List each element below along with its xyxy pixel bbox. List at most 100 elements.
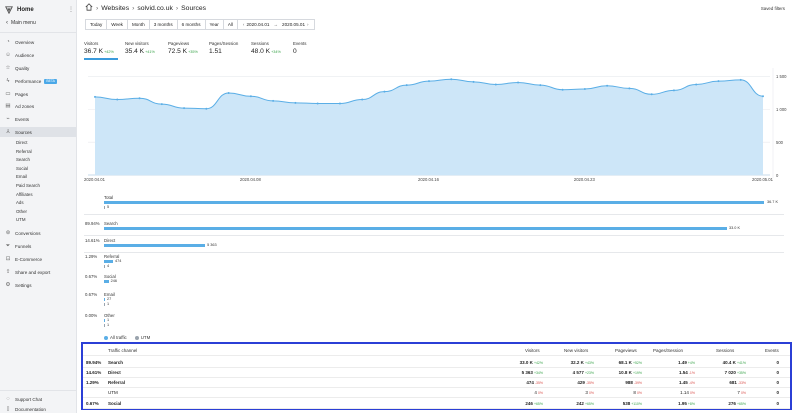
bar-total-utm[interactable] — [104, 206, 105, 209]
col-events[interactable]: Events — [765, 348, 779, 353]
bar-email-utm[interactable] — [104, 303, 105, 306]
row-channel[interactable]: UTM — [108, 390, 118, 395]
legend-dot — [134, 335, 139, 340]
cell-value: 242 — [576, 401, 584, 406]
bar-other-utm[interactable] — [104, 324, 105, 327]
chart-point[interactable] — [717, 80, 720, 83]
sidebar-subitem-affiliates[interactable]: Affiliates — [16, 191, 33, 198]
col-pageviews[interactable]: Pageviews — [615, 348, 637, 353]
cell-value: 7 — [737, 390, 740, 395]
x-tick-label: 2020.04.08 — [239, 177, 261, 182]
chart-point[interactable] — [94, 95, 96, 98]
chart-point[interactable] — [606, 84, 609, 87]
chart-point[interactable] — [561, 88, 564, 91]
col-traffic-channel[interactable]: Traffic channel — [108, 348, 137, 353]
col-new-visitors[interactable]: New visitors — [564, 348, 588, 353]
chart-point[interactable] — [316, 102, 319, 105]
bar-pct: 0.67% — [85, 274, 98, 279]
sidebar-item-conversions[interactable]: ⊚ Conversions — [0, 228, 76, 238]
bar-search[interactable] — [104, 227, 727, 230]
cell-events: 0 — [776, 401, 779, 406]
legend-utm[interactable]: UTM — [134, 335, 150, 340]
chart-point[interactable] — [183, 107, 186, 110]
bar-other[interactable] — [104, 319, 105, 322]
table-row[interactable]: 1.29% Referral 474-35% 429-35% 988-39% 1.45-4… — [83, 378, 790, 388]
chart-point[interactable] — [294, 101, 297, 104]
row-channel[interactable]: Direct — [108, 370, 121, 375]
table-header-row: Traffic channel Visitors New visitors Pa… — [83, 346, 790, 356]
chart-point[interactable] — [517, 81, 520, 84]
bar-direct[interactable] — [104, 244, 206, 247]
table-row[interactable]: UTM 40% 30% 80% 1.140% 70% 0 — [83, 388, 790, 398]
cell-delta: +65% — [736, 402, 746, 406]
bar-pct: 89.94% — [85, 221, 100, 226]
row-channel[interactable]: Search — [108, 360, 123, 365]
bar-referral[interactable] — [104, 260, 113, 263]
table-row[interactable]: 0.67% Social 246+65% 242+65% 538+110% 1.95+8%… — [83, 399, 790, 409]
chart-point[interactable] — [338, 102, 341, 105]
cell-value: 33.0 K — [519, 360, 533, 365]
chart-point[interactable] — [672, 89, 675, 92]
sidebar-item-share-and-export[interactable]: ⇪ Share and export — [0, 267, 76, 277]
cell-new: 429-35% — [577, 380, 594, 385]
col-visitors[interactable]: Visitors — [525, 348, 540, 353]
cell-ps: 1.54-1% — [679, 370, 695, 375]
table-row[interactable]: 89.94% Search 33.0 K+42% 32.2 K+43% 68.1 K+5… — [83, 358, 790, 368]
chart-point[interactable] — [116, 98, 119, 101]
cell-value: 988 — [625, 380, 633, 385]
sidebar-subitem-utm[interactable]: UTM — [16, 216, 26, 223]
cell-sess: 40.4 K+41% — [723, 360, 746, 365]
chart-point[interactable] — [227, 91, 230, 94]
bar-total-label: Total — [104, 195, 114, 200]
row-channel[interactable]: Social — [108, 401, 121, 406]
chart-point[interactable] — [762, 95, 764, 98]
chart-point[interactable] — [138, 97, 141, 100]
col-sessions[interactable]: Sessions — [716, 348, 734, 353]
x-tick-label: 2020.04.01 — [84, 177, 105, 182]
bars-divider — [84, 214, 784, 215]
bar-total[interactable] — [104, 201, 764, 204]
cell-value: 1.95 — [678, 401, 687, 406]
sidebar-item-documentation[interactable]: ▯ Documentation — [0, 404, 76, 413]
chart-point[interactable] — [450, 78, 453, 81]
legend-all-traffic[interactable]: All traffic — [104, 335, 127, 340]
chart-point[interactable] — [539, 84, 542, 87]
chart-point[interactable] — [160, 103, 163, 106]
chart-point[interactable] — [249, 95, 252, 98]
chart-point[interactable] — [472, 80, 475, 83]
cell-delta: +35% — [736, 371, 746, 375]
col-pages-session[interactable]: Pages/Session — [653, 348, 683, 353]
chart-point[interactable] — [494, 83, 497, 86]
sidebar-item-funnels[interactable]: ⏷ Funnels — [0, 241, 76, 251]
cell-sess: 70% — [737, 390, 746, 395]
chart-point[interactable] — [739, 78, 742, 81]
row-channel[interactable]: Referral — [108, 380, 125, 385]
chart-point[interactable] — [695, 83, 698, 86]
chart-point[interactable] — [628, 87, 631, 90]
bar-social[interactable] — [104, 280, 109, 283]
cell-visitors: 474-35% — [526, 380, 543, 385]
bar-referral-utm[interactable] — [104, 265, 105, 268]
sidebar-item-support-chat[interactable]: ◌ Support Chat — [0, 394, 76, 404]
bar-email[interactable] — [104, 298, 105, 301]
chart-point[interactable] — [650, 93, 653, 96]
chart-point[interactable] — [583, 88, 586, 91]
sidebar-subitem-other[interactable]: Other — [16, 208, 27, 215]
chart-point[interactable] — [405, 84, 408, 87]
sidebar-item-label: Funnels — [15, 243, 32, 249]
chart-point[interactable] — [205, 107, 208, 110]
cell-value: 1.54 — [679, 370, 688, 375]
chart-point[interactable] — [272, 99, 275, 102]
sidebar-item-e-commerce[interactable]: ⊡ E-Commerce — [0, 254, 76, 264]
table-row[interactable]: 14.61% Direct 5 363+34% 4 577+23% 10.8 K+19%… — [83, 368, 790, 378]
book-icon: ▯ — [6, 406, 10, 412]
chart-point[interactable] — [361, 98, 364, 101]
chart-point[interactable] — [383, 90, 386, 93]
cell-delta: -39% — [633, 381, 642, 385]
cell-value: 681 — [729, 380, 737, 385]
cell-value: 68.1 K — [618, 360, 632, 365]
sidebar-item-label: Conversions — [15, 230, 41, 236]
sidebar-item-settings[interactable]: ⚙ Settings — [0, 280, 76, 290]
sidebar-subitem-ads[interactable]: Ads — [16, 199, 24, 206]
chart-point[interactable] — [428, 80, 430, 83]
